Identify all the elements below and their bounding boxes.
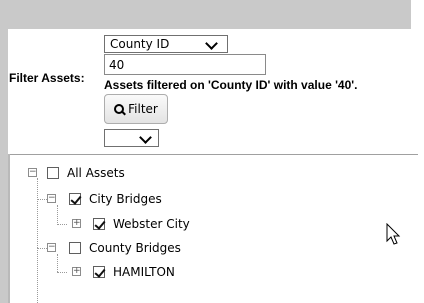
filter-label: Filter Assets: bbox=[9, 71, 85, 85]
chevron-down-icon bbox=[139, 131, 152, 144]
tree-connector bbox=[57, 205, 58, 223]
tree-node-label[interactable]: County Bridges bbox=[89, 241, 181, 255]
chevron-down-icon bbox=[205, 37, 218, 50]
tree-left-rail bbox=[8, 154, 10, 303]
tree-connector bbox=[37, 250, 38, 303]
check-icon bbox=[94, 266, 106, 278]
expand-toggle-icon[interactable]: + bbox=[72, 219, 81, 228]
search-icon bbox=[114, 103, 127, 115]
tree-connector bbox=[37, 248, 47, 249]
tree-connector bbox=[37, 199, 47, 200]
filter-field-select[interactable]: County ID bbox=[104, 35, 228, 53]
filter-value-input[interactable] bbox=[104, 54, 266, 75]
tree-node-label[interactable]: City Bridges bbox=[89, 192, 162, 206]
checkbox-city-bridges[interactable] bbox=[69, 193, 82, 205]
top-bar bbox=[0, 0, 411, 29]
collapse-toggle-icon[interactable]: − bbox=[47, 243, 56, 252]
filter-status-message: Assets filtered on 'County ID' with valu… bbox=[104, 78, 358, 92]
secondary-select[interactable] bbox=[104, 129, 159, 147]
tree-connector bbox=[37, 178, 38, 248]
tree-node-label[interactable]: HAMILTON bbox=[113, 265, 175, 279]
checkbox-county-bridges[interactable] bbox=[69, 242, 81, 254]
filter-field-value: County ID bbox=[110, 37, 170, 51]
tree-node-label[interactable]: All Assets bbox=[67, 166, 125, 180]
checkbox-webster-city[interactable] bbox=[93, 218, 106, 230]
checkbox-all-assets[interactable] bbox=[47, 167, 59, 179]
tree-connector bbox=[57, 272, 67, 273]
filter-button[interactable]: Filter bbox=[104, 94, 168, 124]
panel-edge bbox=[8, 29, 411, 32]
check-icon bbox=[70, 193, 82, 205]
mouse-cursor-icon bbox=[386, 223, 401, 245]
tree-connector bbox=[57, 224, 67, 225]
check-icon bbox=[94, 218, 106, 230]
collapse-toggle-icon[interactable]: − bbox=[28, 168, 37, 177]
expand-toggle-icon[interactable]: + bbox=[72, 267, 81, 276]
collapse-toggle-icon[interactable]: − bbox=[47, 194, 56, 203]
filter-button-label: Filter bbox=[128, 102, 158, 116]
checkbox-hamilton[interactable] bbox=[93, 266, 106, 278]
tree-connector bbox=[57, 254, 58, 272]
left-edge-strip bbox=[0, 0, 8, 303]
tree-node-label[interactable]: Webster City bbox=[113, 217, 190, 231]
